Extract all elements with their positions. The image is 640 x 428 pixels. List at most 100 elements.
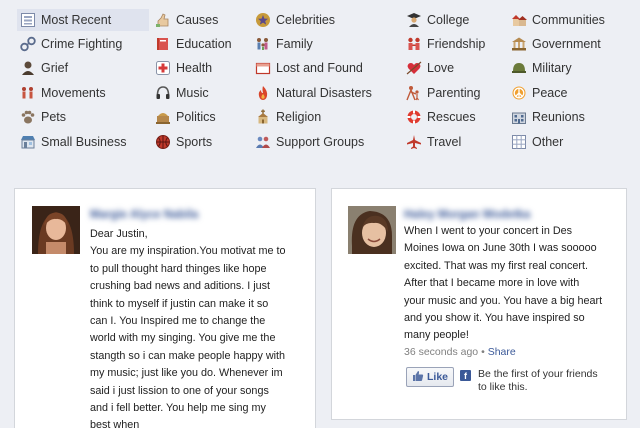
category-sports[interactable]: Sports bbox=[152, 131, 212, 153]
story-line: think to myself if justin can make it so bbox=[90, 297, 269, 310]
category-label: Pets bbox=[41, 110, 67, 124]
share-link[interactable]: Share bbox=[488, 346, 516, 358]
category-label: Movements bbox=[41, 86, 106, 100]
graduate-icon bbox=[406, 12, 422, 28]
category-label: Lost and Found bbox=[276, 61, 363, 75]
category-label: Reunions bbox=[532, 110, 585, 124]
category-military[interactable]: Military bbox=[508, 57, 572, 79]
category-family[interactable]: Family bbox=[252, 33, 313, 55]
story-text: Dear Justin, You are my inspiration.You … bbox=[90, 226, 312, 428]
box-icon bbox=[255, 60, 271, 76]
category-most-recent[interactable]: Most Recent bbox=[17, 9, 149, 31]
category-support-groups[interactable]: Support Groups bbox=[252, 131, 364, 153]
category-label: Most Recent bbox=[41, 13, 112, 27]
category-natural-disasters[interactable]: Natural Disasters bbox=[252, 82, 372, 104]
category-reunions[interactable]: Reunions bbox=[508, 106, 585, 128]
facebook-icon: f bbox=[460, 370, 471, 381]
category-rescues[interactable]: Rescues bbox=[403, 106, 476, 128]
author-name[interactable]: Haley Morgan Wodetka bbox=[404, 209, 530, 221]
category-label: College bbox=[427, 13, 470, 27]
category-celebrities[interactable]: Celebrities bbox=[252, 9, 335, 31]
category-label: Causes bbox=[176, 13, 219, 27]
like-prompt-line: to like this. bbox=[478, 380, 528, 393]
timestamp: 36 seconds ago bbox=[404, 346, 479, 358]
author-name[interactable]: Margie Alyce Nabila bbox=[90, 209, 198, 221]
story-line: my music; just like you do. Whenever im bbox=[90, 367, 283, 380]
life-ring-icon bbox=[406, 109, 422, 125]
handcuffs-icon bbox=[20, 36, 36, 52]
category-love[interactable]: Love bbox=[403, 57, 454, 79]
category-label: Family bbox=[276, 37, 313, 51]
book-icon bbox=[155, 36, 171, 52]
category-health[interactable]: Health bbox=[152, 57, 212, 79]
category-label: Support Groups bbox=[276, 135, 365, 149]
paw-icon bbox=[20, 109, 36, 125]
category-parenting[interactable]: Parenting bbox=[403, 82, 481, 104]
category-label: Travel bbox=[427, 135, 462, 149]
story-line: many people! bbox=[404, 329, 469, 342]
thumbs-up-icon bbox=[412, 370, 424, 385]
storefront-icon bbox=[20, 134, 36, 150]
category-label: Other bbox=[532, 135, 564, 149]
category-lost-and-found[interactable]: Lost and Found bbox=[252, 57, 363, 79]
category-communities[interactable]: Communities bbox=[508, 9, 605, 31]
story-text: When I went to your concert in Des Moine… bbox=[404, 223, 624, 345]
story-line: Dear Justin, bbox=[90, 228, 148, 240]
category-education[interactable]: Education bbox=[152, 33, 232, 55]
category-label: Religion bbox=[276, 110, 322, 124]
story-line: world with my singing. You give me the bbox=[90, 332, 276, 345]
category-movements[interactable]: Movements bbox=[17, 82, 106, 104]
story-line: your music and you. You have a big heart bbox=[404, 294, 603, 307]
headphones-icon bbox=[155, 85, 171, 101]
like-prompt-line: Be the first of your friends bbox=[478, 368, 598, 380]
category-label: Rescues bbox=[427, 110, 476, 124]
like-label: Like bbox=[427, 371, 449, 383]
category-label: Small Business bbox=[41, 135, 127, 149]
category-label: Grief bbox=[41, 61, 69, 75]
family-icon bbox=[255, 36, 271, 52]
category-label: Love bbox=[427, 61, 455, 75]
people-march-icon bbox=[20, 85, 36, 101]
category-pets[interactable]: Pets bbox=[17, 106, 66, 128]
category-peace[interactable]: Peace bbox=[508, 82, 567, 104]
story-meta: 36 seconds ago • Share bbox=[404, 346, 516, 358]
school-building-icon bbox=[511, 109, 527, 125]
list-icon bbox=[20, 12, 36, 28]
category-politics[interactable]: Politics bbox=[152, 106, 216, 128]
star-icon bbox=[255, 12, 271, 28]
government-building-icon bbox=[511, 36, 527, 52]
category-causes[interactable]: Causes bbox=[152, 9, 218, 31]
category-small-business[interactable]: Small Business bbox=[17, 131, 126, 153]
fire-icon bbox=[255, 85, 271, 101]
category-college[interactable]: College bbox=[403, 9, 469, 31]
basketball-icon bbox=[155, 134, 171, 150]
like-button[interactable]: Like bbox=[406, 367, 455, 387]
story-line: excited. That was my first real concert. bbox=[404, 259, 589, 272]
avatar[interactable] bbox=[348, 206, 396, 254]
avatar[interactable] bbox=[32, 206, 80, 254]
grief-icon bbox=[20, 60, 36, 76]
story-line: Moines Iowa on June 30th I was sooooo bbox=[404, 242, 597, 255]
parent-child-icon bbox=[406, 85, 422, 101]
story-line: You are my inspiration.You motivat me to bbox=[90, 245, 286, 258]
category-label: Friendship bbox=[427, 37, 486, 51]
category-grief[interactable]: Grief bbox=[17, 57, 68, 79]
category-label: Peace bbox=[532, 86, 568, 100]
category-government[interactable]: Government bbox=[508, 33, 601, 55]
story-line: After that I became more in love with bbox=[404, 277, 580, 290]
church-icon bbox=[255, 109, 271, 125]
category-friendship[interactable]: Friendship bbox=[403, 33, 485, 55]
category-music[interactable]: Music bbox=[152, 82, 209, 104]
category-crime-fighting[interactable]: Crime Fighting bbox=[17, 33, 122, 55]
like-prompt: Be the first of your friends to like thi… bbox=[478, 368, 598, 393]
friends-icon bbox=[406, 36, 422, 52]
category-label: Celebrities bbox=[276, 13, 336, 27]
category-travel[interactable]: Travel bbox=[403, 131, 461, 153]
grid-icon bbox=[511, 134, 527, 150]
category-label: Natural Disasters bbox=[276, 86, 372, 100]
category-other[interactable]: Other bbox=[508, 131, 563, 153]
story-line: to pull thought hard thinges like hope bbox=[90, 262, 267, 275]
separator-dot: • bbox=[481, 346, 485, 358]
category-religion[interactable]: Religion bbox=[252, 106, 321, 128]
category-label: Music bbox=[176, 86, 209, 100]
